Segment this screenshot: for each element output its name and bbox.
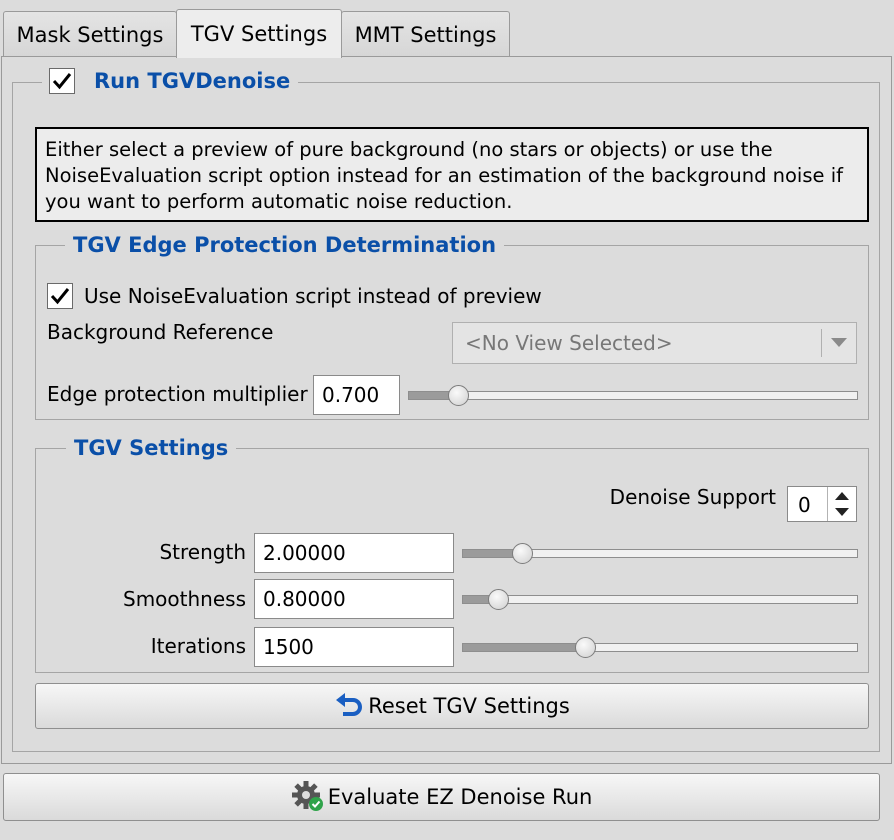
run-tgvdenoise-checkbox[interactable]	[49, 68, 75, 94]
background-reference-label: Background Reference	[47, 320, 274, 344]
chevron-down-icon[interactable]	[821, 329, 856, 357]
background-reference-combo[interactable]: <No View Selected>	[452, 322, 857, 364]
slider-fill	[463, 644, 586, 651]
edge-protection-title: TGV Edge Protection Determination	[65, 231, 505, 259]
denoise-support-spinbox[interactable]: 0	[787, 486, 857, 522]
spin-down-icon[interactable]	[835, 508, 849, 516]
undo-arrow-icon	[336, 693, 363, 716]
iterations-label: Iterations	[150, 634, 246, 658]
tab-tgv-settings[interactable]: TGV Settings	[176, 9, 342, 58]
strength-input[interactable]: 2.00000	[254, 533, 454, 573]
checkmark-icon	[52, 73, 72, 90]
smoothness-label: Smoothness	[123, 587, 246, 611]
tab-label: TGV Settings	[190, 22, 328, 46]
tab-mask-settings[interactable]: Mask Settings	[3, 11, 177, 57]
evaluate-button-label: Evaluate EZ Denoise Run	[327, 785, 593, 809]
slider-handle[interactable]	[511, 543, 533, 564]
edge-multiplier-label: Edge protection multiplier	[47, 382, 308, 406]
tab-label: MMT Settings	[354, 22, 497, 47]
use-noise-eval-label: Use NoiseEvaluation script instead of pr…	[84, 284, 542, 308]
iterations-slider[interactable]	[462, 637, 858, 658]
iterations-input[interactable]: 1500	[254, 627, 454, 667]
evaluate-ez-denoise-run-button[interactable]: Evaluate EZ Denoise Run	[3, 773, 880, 821]
gear-check-icon	[291, 781, 323, 811]
run-tgvdenoise-label: Run TGVDenoise	[86, 67, 299, 95]
tgv-settings-title: TGV Settings	[66, 434, 237, 462]
info-text-box: Either select a preview of pure backgrou…	[35, 127, 869, 222]
smoothness-slider[interactable]	[462, 589, 858, 610]
use-noise-eval-checkbox[interactable]	[47, 283, 73, 309]
tab-label: Mask Settings	[16, 22, 164, 47]
reset-tgv-settings-button[interactable]: Reset TGV Settings	[35, 683, 869, 729]
spin-up-icon[interactable]	[835, 492, 849, 500]
checkmark-icon	[50, 288, 70, 305]
smoothness-input[interactable]: 0.80000	[254, 579, 454, 619]
denoise-support-value: 0	[798, 493, 811, 517]
denoise-support-label: Denoise Support	[609, 485, 776, 509]
strength-slider[interactable]	[462, 543, 858, 564]
spin-buttons	[827, 487, 856, 521]
slider-handle[interactable]	[447, 385, 469, 406]
edge-multiplier-input[interactable]: 0.700	[313, 375, 400, 415]
slider-handle[interactable]	[487, 589, 509, 610]
slider-handle[interactable]	[574, 637, 596, 658]
tab-mmt-settings[interactable]: MMT Settings	[341, 11, 510, 57]
edge-multiplier-slider[interactable]	[408, 385, 858, 406]
reset-button-label: Reset TGV Settings	[368, 694, 570, 718]
background-reference-value: <No View Selected>	[465, 331, 673, 355]
strength-label: Strength	[159, 540, 246, 564]
